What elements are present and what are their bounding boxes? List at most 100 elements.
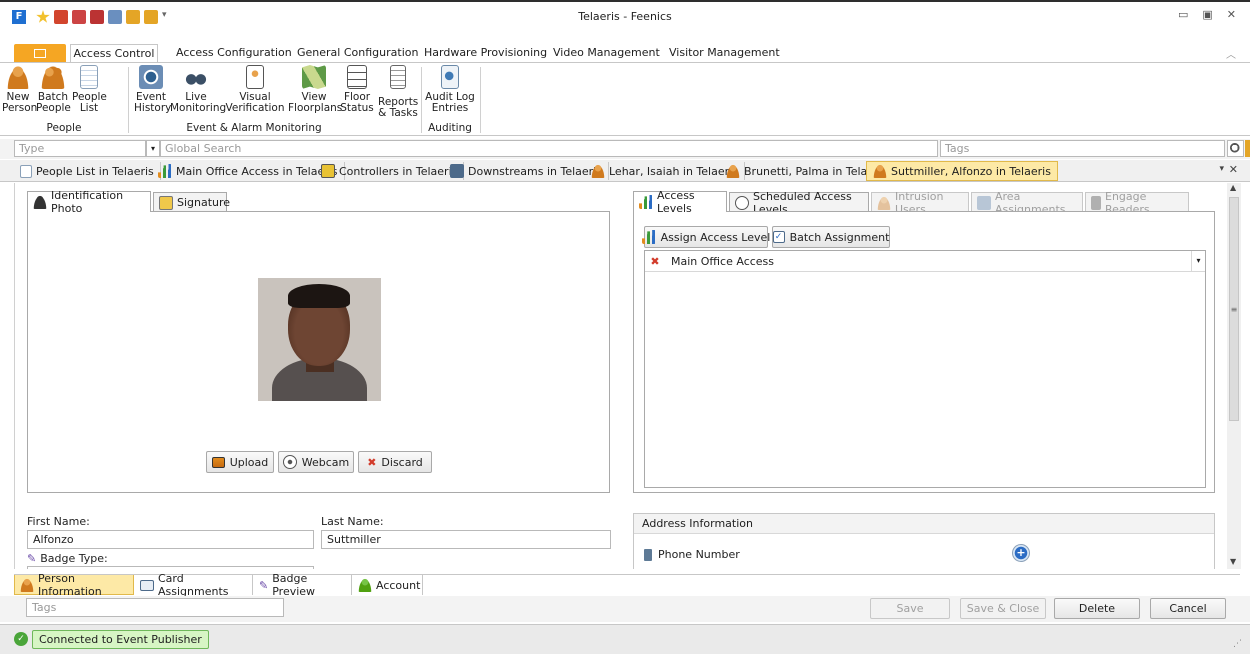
bottom-tab-label: Badge Preview — [272, 572, 316, 598]
badge-preview-icon: ✎ — [259, 578, 269, 592]
scroll-down-icon[interactable]: ▼ — [1230, 557, 1236, 566]
downstream-icon — [450, 164, 464, 178]
type-dropdown-chevron-icon[interactable]: ▾ — [146, 140, 160, 157]
label-line: List — [79, 102, 99, 114]
type-filter[interactable]: Type — [14, 140, 146, 157]
access-tab-label: Access Levels — [657, 189, 695, 215]
ribbon-event-history-button[interactable]: Event History — [134, 65, 171, 114]
ribbon-separator — [421, 67, 422, 133]
ribbon-group-event: Event & Alarm Monitoring — [186, 122, 322, 134]
tab-access-configuration[interactable]: Access Configuration — [176, 46, 292, 59]
doc-tab-controllers[interactable]: Controllers in Telaeris — [315, 162, 465, 180]
ribbon-tab-bar: Access Control Access Configuration Gene… — [0, 44, 1250, 63]
close-tab-icon[interactable]: ✕ — [1229, 163, 1238, 176]
scroll-thumb[interactable]: ≡ — [1229, 197, 1239, 421]
access-tab-access-levels[interactable]: Access Levels — [633, 189, 727, 215]
area-icon — [977, 195, 991, 210]
ribbon-people-list-button[interactable]: People List — [72, 65, 107, 114]
window-controls: ▭ ▣ ✕ — [1178, 8, 1236, 21]
photo-tab-signature[interactable]: Signature — [153, 192, 230, 212]
new-person-icon — [6, 65, 30, 89]
access-tab-engage-readers[interactable]: Engage Readers — [1085, 190, 1189, 216]
upload-icon — [211, 456, 225, 468]
photo-tab-identification[interactable]: Identification Photo — [27, 189, 151, 215]
doc-tab-suttmiller-alfonzo[interactable]: Suttmiller, Alfonzo in Telaeris — [866, 161, 1058, 181]
tab-hardware-provisioning[interactable]: Hardware Provisioning — [424, 46, 547, 59]
global-search-input[interactable]: Global Search — [160, 140, 938, 157]
tags-search-input[interactable]: Tags — [940, 140, 1225, 157]
remove-access-level-icon[interactable]: ✖ — [645, 255, 665, 268]
scroll-up-icon[interactable]: ▲ — [1230, 183, 1236, 192]
label-line: Person — [2, 102, 38, 114]
tab-list-dropdown-icon[interactable]: ▾ — [1219, 164, 1224, 174]
bottom-tab-person-information[interactable]: Person Information — [14, 571, 134, 598]
access-tab-intrusion-users[interactable]: Intrusion Users — [871, 190, 969, 216]
phone-row: Phone Number — [644, 548, 740, 561]
minimize-icon[interactable]: ▭ — [1178, 8, 1188, 21]
save-button[interactable]: Save — [870, 598, 950, 619]
tab-access-control[interactable]: Access Control — [70, 44, 158, 63]
ribbon-live-monitoring-button[interactable]: Live Monitoring — [170, 65, 227, 114]
tags-placeholder: Tags — [945, 142, 970, 155]
bottom-tab-label: Account — [376, 578, 421, 592]
discard-button[interactable]: ✖ Discard — [358, 451, 432, 473]
list-item[interactable]: ✖ Main Office Access ▾ — [645, 250, 1205, 272]
maximize-icon[interactable]: ▣ — [1202, 8, 1212, 21]
bottom-tab-card-assignments[interactable]: Card Assignments — [135, 572, 253, 598]
label-line: Verification — [225, 102, 285, 114]
bottom-tab-strip: Person Information Card Assignments ✎ Ba… — [14, 571, 1240, 598]
tree-view-icon[interactable] — [1245, 140, 1250, 157]
ribbon-reports-button[interactable]: Reports & Tasks — [378, 65, 418, 119]
person-silhouette-icon — [33, 195, 47, 209]
ribbon-view-floorplans-button[interactable]: View Floorplans — [288, 65, 342, 114]
portrait-hair — [288, 284, 350, 308]
label-line: Monitoring — [170, 102, 227, 114]
tags-input[interactable]: Tags — [26, 598, 284, 617]
doc-tab-label: Controllers in Telaeris — [339, 164, 458, 178]
ribbon-new-person-button[interactable]: New Person — [2, 65, 38, 114]
add-phone-button[interactable]: + — [1012, 544, 1030, 562]
id-card-icon — [246, 65, 264, 89]
bottom-tab-label: Person Information — [38, 571, 102, 598]
save-close-button[interactable]: Save & Close — [960, 598, 1046, 619]
search-icon[interactable] — [1227, 140, 1244, 157]
address-title: Address Information — [642, 517, 753, 530]
person-icon — [20, 577, 34, 592]
tab-visitor-management[interactable]: Visitor Management — [669, 46, 780, 59]
doc-tab-label: Suttmiller, Alfonzo in Telaeris — [891, 164, 1051, 178]
last-name-field[interactable]: Suttmiller — [321, 530, 611, 549]
bottom-tab-account[interactable]: Account — [353, 575, 423, 595]
ribbon-floor-status-button[interactable]: Floor Status — [340, 65, 374, 114]
access-tab-area-assignments[interactable]: Area Assignments — [971, 190, 1083, 216]
vertical-scrollbar[interactable]: ▲ ≡ ▼ — [1227, 183, 1241, 569]
audit-log-icon — [441, 65, 459, 89]
photo-actions: Upload Webcam ✖ Discard — [206, 451, 432, 473]
footer-actions: Tags Save Save & Close Delete Cancel — [0, 596, 1250, 622]
access-level-dropdown-icon[interactable]: ▾ — [1191, 250, 1205, 272]
assign-access-level-button[interactable]: Assign Access Level — [641, 226, 770, 248]
access-panel: Access Levels Scheduled Access Levels In… — [633, 189, 1215, 493]
webcam-button[interactable]: Webcam — [278, 451, 354, 473]
doc-tab-people-list[interactable]: People List in Telaeris — [14, 162, 161, 180]
cancel-button[interactable]: Cancel — [1150, 598, 1226, 619]
tab-general-configuration[interactable]: General Configuration — [297, 46, 418, 59]
badge-type-select[interactable] — [27, 566, 314, 569]
connected-check-icon: ✓ — [14, 632, 28, 646]
person-icon — [358, 578, 372, 592]
resize-grip-icon[interactable]: ⋰ — [1233, 639, 1242, 649]
upload-button[interactable]: Upload — [206, 451, 274, 473]
ribbon-collapse-icon[interactable]: ︿ — [1226, 46, 1236, 61]
delete-button[interactable]: Delete — [1054, 598, 1140, 619]
access-level-icon — [641, 230, 656, 244]
close-icon[interactable]: ✕ — [1227, 8, 1236, 21]
batch-assignment-button[interactable]: ✓ Batch Assignment — [772, 226, 890, 248]
ribbon-batch-people-button[interactable]: Batch People — [36, 65, 71, 114]
app-menu-button[interactable] — [14, 44, 66, 62]
access-tab-scheduled[interactable]: Scheduled Access Levels — [729, 190, 869, 216]
ribbon-audit-log-button[interactable]: Audit Log Entries — [424, 65, 476, 114]
first-name-field[interactable]: Alfonzo — [27, 530, 314, 549]
bottom-tab-badge-preview[interactable]: ✎ Badge Preview — [254, 572, 352, 598]
ribbon-visual-verification-button[interactable]: Visual Verification — [224, 65, 286, 114]
photo-frame: Upload Webcam ✖ Discard — [27, 211, 610, 493]
tab-video-management[interactable]: Video Management — [553, 46, 660, 59]
